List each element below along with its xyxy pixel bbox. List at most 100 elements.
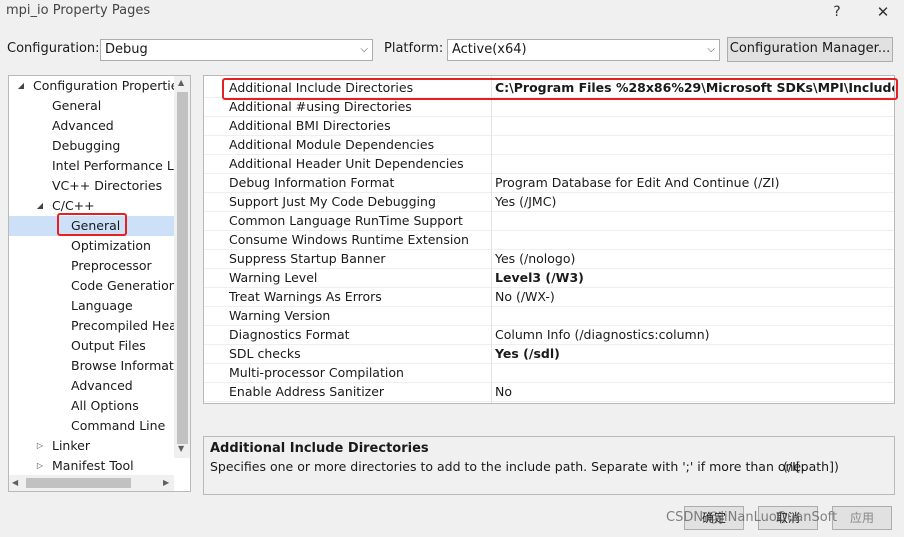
tree-item[interactable]: ▷ Linker — [9, 436, 174, 456]
tree-item[interactable]: Browse Informatio — [9, 356, 185, 376]
watermark: CSDN @JiNanLuoQuanSoft — [666, 510, 838, 525]
tree-horizontal-scrollbar[interactable]: ◀ ▶ — [9, 475, 174, 491]
row-separator — [204, 401, 894, 402]
property-name: Warning Version — [229, 308, 331, 323]
tree-item-label: Precompiled Head — [71, 318, 185, 333]
property-name: Enable Address Sanitizer — [229, 384, 385, 399]
tree-item[interactable]: ▷ Manifest Tool — [9, 456, 174, 476]
property-row[interactable]: Treat Warnings As Errors No (/WX-) — [204, 287, 894, 306]
tree-item[interactable]: Intel Performance Lib — [9, 156, 185, 176]
property-name: Additional Header Unit Dependencies — [229, 156, 464, 171]
title-bar: mpi_io Property Pages ? ✕ — [0, 0, 904, 24]
tree-item[interactable]: Output Files — [9, 336, 174, 356]
platform-dropdown[interactable]: Active(x64) ⌵ — [447, 39, 720, 61]
property-row[interactable]: Additional Module Dependencies — [204, 135, 894, 154]
tree-item[interactable]: All Options — [9, 396, 174, 416]
tree-item-label: Debugging — [52, 138, 121, 153]
help-button[interactable]: ? — [826, 1, 848, 23]
tree-item-label: Advanced — [52, 118, 114, 133]
configuration-label: Configuration: — [7, 41, 100, 56]
property-grid: Additional Include Directories C:\Program… — [203, 75, 895, 404]
tree-item-label: Preprocessor — [71, 258, 152, 273]
property-value[interactable]: Level3 (/W3) — [495, 268, 584, 287]
configuration-dropdown[interactable]: Debug ⌵ — [100, 39, 373, 61]
property-value[interactable]: Yes (/sdl) — [495, 344, 560, 363]
property-value[interactable]: Yes (/nologo) — [495, 249, 575, 268]
property-row[interactable]: Enable Address Sanitizer No — [204, 382, 894, 401]
property-name: Warning Level — [229, 270, 318, 285]
tree-item[interactable]: General — [9, 96, 174, 116]
property-value[interactable]: Yes (/JMC) — [495, 192, 556, 211]
tree-item-label: Intel Performance Lib — [52, 158, 186, 173]
configuration-value: Debug — [105, 42, 148, 57]
tree-item[interactable]: Language — [9, 296, 174, 316]
property-name: Additional BMI Directories — [229, 118, 391, 133]
collapse-arrow-icon[interactable]: ◢ — [35, 196, 45, 216]
platform-label: Platform: — [384, 41, 444, 56]
expand-arrow-icon[interactable]: ▷ — [35, 436, 45, 456]
tree-item[interactable]: Code Generation — [9, 276, 177, 296]
property-row[interactable]: SDL checks Yes (/sdl) — [204, 344, 894, 363]
property-row[interactable]: Warning Version — [204, 306, 894, 325]
tree-item-label: Configuration Properties — [33, 78, 185, 93]
description-title: Additional Include Directories — [210, 441, 429, 456]
tree-item[interactable]: Command Line — [9, 416, 174, 436]
property-row[interactable]: Multi-processor Compilation — [204, 363, 894, 382]
scroll-down-icon[interactable]: ▼ — [178, 444, 184, 453]
close-button[interactable]: ✕ — [872, 1, 894, 23]
property-row[interactable]: Consume Windows Runtime Extension — [204, 230, 894, 249]
scroll-up-icon[interactable]: ▲ — [178, 78, 184, 87]
configuration-manager-button[interactable]: Configuration Manager... — [727, 37, 893, 62]
property-name: SDL checks — [229, 346, 301, 361]
tree-item-label: VC++ Directories — [52, 178, 163, 193]
tree-item-label: Code Generation — [71, 278, 177, 293]
tree-item[interactable]: Precompiled Head — [9, 316, 185, 336]
property-row[interactable]: Common Language RunTime Support — [204, 211, 894, 230]
tree-item[interactable]: Advanced — [9, 116, 174, 136]
platform-value: Active(x64) — [452, 42, 527, 57]
property-name: Additional Module Dependencies — [229, 137, 435, 152]
property-row[interactable]: Warning Level Level3 (/W3) — [204, 268, 894, 287]
property-name: Diagnostics Format — [229, 327, 350, 342]
expand-arrow-icon[interactable]: ▷ — [35, 456, 45, 476]
tree-item[interactable]: ◢ Configuration Properties — [9, 76, 185, 96]
tree-scroll-thumb[interactable] — [177, 92, 188, 444]
property-row[interactable]: Additional BMI Directories — [204, 116, 894, 135]
column-divider[interactable] — [491, 76, 492, 403]
property-name: Consume Windows Runtime Extension — [229, 232, 469, 247]
tree-item-label: Optimization — [71, 238, 151, 253]
tree-item[interactable]: VC++ Directories — [9, 176, 174, 196]
tree-item-label: Advanced — [71, 378, 133, 393]
window-title: mpi_io Property Pages — [6, 3, 151, 18]
property-name: Multi-processor Compilation — [229, 365, 404, 380]
collapse-arrow-icon[interactable]: ◢ — [16, 76, 26, 96]
property-value[interactable]: Column Info (/diagnostics:column) — [495, 325, 710, 344]
property-value[interactable]: Program Database for Edit And Continue (… — [495, 173, 779, 192]
chevron-down-icon: ⌵ — [707, 44, 715, 55]
property-name: Support Just My Code Debugging — [229, 194, 436, 209]
apply-button[interactable]: 应用 — [832, 506, 892, 530]
chevron-down-icon: ⌵ — [360, 44, 368, 55]
property-row[interactable]: Suppress Startup Banner Yes (/nologo) — [204, 249, 894, 268]
property-row[interactable]: Diagnostics Format Column Info (/diagnost… — [204, 325, 894, 344]
tree-item-label: Linker — [52, 438, 90, 453]
tree-hscroll-thumb[interactable] — [26, 478, 131, 488]
tree-item-label: Manifest Tool — [52, 458, 134, 473]
scroll-left-icon[interactable]: ◀ — [12, 478, 18, 487]
property-tree: ◢ Configuration Properties General Advanced… — [8, 75, 191, 492]
property-row[interactable]: Support Just My Code Debugging Yes (/JMC) — [204, 192, 894, 211]
property-value[interactable]: No (/WX-) — [495, 287, 555, 306]
scroll-right-icon[interactable]: ▶ — [163, 478, 169, 487]
tree-item[interactable]: Debugging — [9, 136, 174, 156]
tree-item-label: Command Line — [71, 418, 166, 433]
tree-item-label: All Options — [71, 398, 139, 413]
tree-item[interactable]: Optimization — [9, 236, 174, 256]
tree-item-label: Language — [71, 298, 133, 313]
tree-item[interactable]: Advanced — [9, 376, 174, 396]
property-row[interactable]: Additional Header Unit Dependencies — [204, 154, 894, 173]
property-row[interactable]: Debug Information Format Program Database… — [204, 173, 894, 192]
property-value[interactable]: No — [495, 382, 512, 401]
tree-vertical-scrollbar[interactable]: ▲ ▼ — [174, 76, 190, 458]
tree-item[interactable]: Preprocessor — [9, 256, 174, 276]
description-text: Specifies one or more directories to add… — [210, 459, 806, 474]
